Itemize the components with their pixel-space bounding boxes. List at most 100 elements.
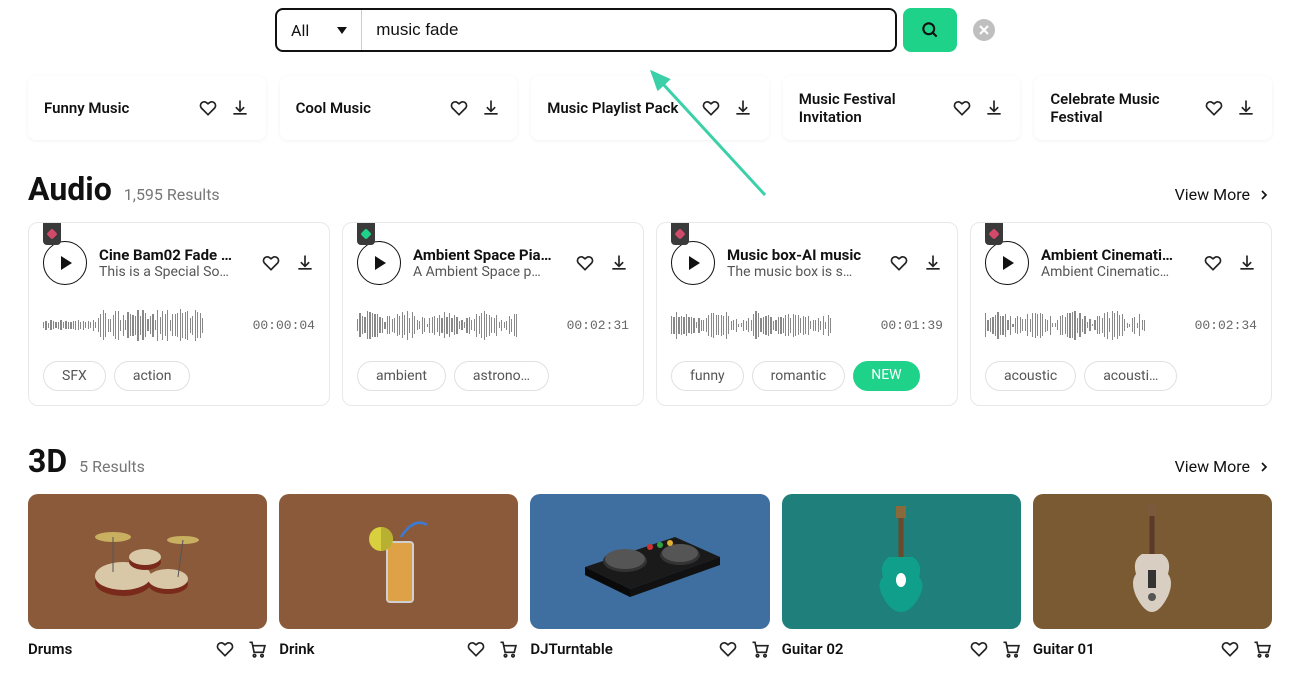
suggestion-title: Music Festival Invitation bbox=[799, 90, 953, 126]
audio-duration: 00:02:34 bbox=[1195, 318, 1257, 333]
heart-icon[interactable] bbox=[261, 253, 281, 273]
audio-subtitle: A Ambient Space p… bbox=[413, 264, 563, 280]
audio-tag[interactable]: ambient bbox=[357, 361, 446, 391]
download-icon[interactable] bbox=[609, 253, 629, 273]
play-icon bbox=[61, 256, 72, 270]
3d-title: Drums bbox=[28, 640, 72, 658]
audio-tag[interactable]: romantic bbox=[752, 361, 846, 391]
play-button[interactable] bbox=[985, 241, 1029, 285]
audio-subtitle: This is a Special So… bbox=[99, 264, 249, 280]
waveform[interactable] bbox=[671, 305, 869, 345]
3d-thumbnail[interactable] bbox=[530, 494, 769, 629]
download-icon[interactable] bbox=[1236, 98, 1256, 118]
waveform[interactable] bbox=[985, 305, 1183, 345]
suggestion-card[interactable]: Celebrate Music Festival bbox=[1034, 76, 1272, 140]
audio-section-title: Audio bbox=[28, 170, 112, 208]
audio-tag[interactable]: acoustic bbox=[985, 361, 1076, 391]
3d-card: Drink bbox=[279, 494, 518, 659]
play-button[interactable] bbox=[671, 241, 715, 285]
heart-icon[interactable] bbox=[889, 253, 909, 273]
download-icon[interactable] bbox=[481, 98, 501, 118]
chevron-right-icon bbox=[1256, 459, 1272, 475]
heart-icon[interactable] bbox=[701, 98, 721, 118]
3d-thumbnail[interactable] bbox=[279, 494, 518, 629]
clear-button[interactable] bbox=[973, 19, 995, 41]
close-icon bbox=[976, 22, 992, 38]
suggestion-card[interactable]: Funny Music bbox=[28, 76, 266, 140]
suggestion-card[interactable]: Cool Music bbox=[280, 76, 518, 140]
3d-thumbnail[interactable] bbox=[1033, 494, 1272, 629]
search-input[interactable] bbox=[362, 10, 895, 50]
3d-title: DJTurntable bbox=[530, 640, 612, 658]
3d-section: 3D 5 Results View More DrumsDrinkDJTurnt… bbox=[0, 442, 1300, 659]
download-icon[interactable] bbox=[923, 253, 943, 273]
audio-tag[interactable]: action bbox=[114, 361, 191, 391]
search-bar: All bbox=[275, 8, 995, 52]
audio-card: Ambient Cinemati…Ambient Cinematic…00:02… bbox=[970, 222, 1272, 406]
cart-icon[interactable] bbox=[750, 639, 770, 659]
waveform[interactable] bbox=[43, 305, 241, 345]
3d-card: Guitar 01 bbox=[1033, 494, 1272, 659]
play-icon bbox=[689, 256, 700, 270]
heart-icon[interactable] bbox=[952, 98, 972, 118]
audio-tag[interactable]: SFX bbox=[43, 361, 106, 391]
audio-subtitle: The music box is s… bbox=[727, 264, 877, 280]
audio-tag[interactable]: astrono… bbox=[454, 361, 549, 391]
heart-icon[interactable] bbox=[1203, 253, 1223, 273]
3d-card: DJTurntable bbox=[530, 494, 769, 659]
cart-icon[interactable] bbox=[498, 639, 518, 659]
play-button[interactable] bbox=[43, 241, 87, 285]
3d-view-more[interactable]: View More bbox=[1175, 457, 1272, 476]
suggestion-title: Funny Music bbox=[44, 99, 129, 117]
quality-badge bbox=[43, 223, 61, 245]
suggestion-card[interactable]: Music Festival Invitation bbox=[783, 76, 1021, 140]
download-icon[interactable] bbox=[295, 253, 315, 273]
heart-icon[interactable] bbox=[969, 639, 989, 659]
quality-badge bbox=[357, 223, 375, 245]
download-icon[interactable] bbox=[230, 98, 250, 118]
audio-card: Music box-AI musicThe music box is s…00:… bbox=[656, 222, 958, 406]
suggestions-row: Funny Music Cool MusicMusic Playlist Pack… bbox=[0, 76, 1300, 140]
audio-title: Ambient Space Pia… bbox=[413, 246, 563, 264]
search-icon bbox=[920, 20, 940, 40]
play-icon bbox=[1003, 256, 1014, 270]
play-button[interactable] bbox=[357, 241, 401, 285]
3d-section-title: 3D bbox=[28, 442, 67, 480]
3d-title: Guitar 02 bbox=[782, 640, 844, 658]
audio-subtitle: Ambient Cinematic… bbox=[1041, 264, 1191, 280]
download-icon[interactable] bbox=[733, 98, 753, 118]
3d-thumbnail[interactable] bbox=[28, 494, 267, 629]
cart-icon[interactable] bbox=[247, 639, 267, 659]
heart-icon[interactable] bbox=[718, 639, 738, 659]
caret-down-icon bbox=[337, 27, 347, 34]
3d-title: Drink bbox=[279, 640, 314, 658]
audio-section: Audio 1,595 Results View More Cine Bam02… bbox=[0, 170, 1300, 406]
heart-icon[interactable] bbox=[466, 639, 486, 659]
audio-tag[interactable]: funny bbox=[671, 361, 744, 391]
heart-icon[interactable] bbox=[1204, 98, 1224, 118]
heart-icon[interactable] bbox=[1220, 639, 1240, 659]
download-icon[interactable] bbox=[1237, 253, 1257, 273]
audio-view-more[interactable]: View More bbox=[1175, 185, 1272, 204]
cart-icon[interactable] bbox=[1252, 639, 1272, 659]
search-button[interactable] bbox=[903, 8, 957, 52]
search-filter-dropdown[interactable]: All bbox=[277, 10, 362, 50]
audio-title: Music box-AI music bbox=[727, 246, 877, 264]
search-box: All bbox=[275, 8, 897, 52]
waveform[interactable] bbox=[357, 305, 555, 345]
heart-icon[interactable] bbox=[215, 639, 235, 659]
heart-icon[interactable] bbox=[198, 98, 218, 118]
suggestion-card[interactable]: Music Playlist Pack bbox=[531, 76, 769, 140]
3d-thumbnail[interactable] bbox=[782, 494, 1021, 629]
quality-badge bbox=[671, 223, 689, 245]
3d-card: Guitar 02 bbox=[782, 494, 1021, 659]
heart-icon[interactable] bbox=[575, 253, 595, 273]
audio-tag[interactable]: acousti… bbox=[1084, 361, 1177, 391]
audio-card: Cine Bam02 Fade …This is a Special So…00… bbox=[28, 222, 330, 406]
download-icon[interactable] bbox=[984, 98, 1004, 118]
play-icon bbox=[375, 256, 386, 270]
3d-title: Guitar 01 bbox=[1033, 640, 1095, 658]
cart-icon[interactable] bbox=[1001, 639, 1021, 659]
heart-icon[interactable] bbox=[449, 98, 469, 118]
quality-badge bbox=[985, 223, 1003, 245]
